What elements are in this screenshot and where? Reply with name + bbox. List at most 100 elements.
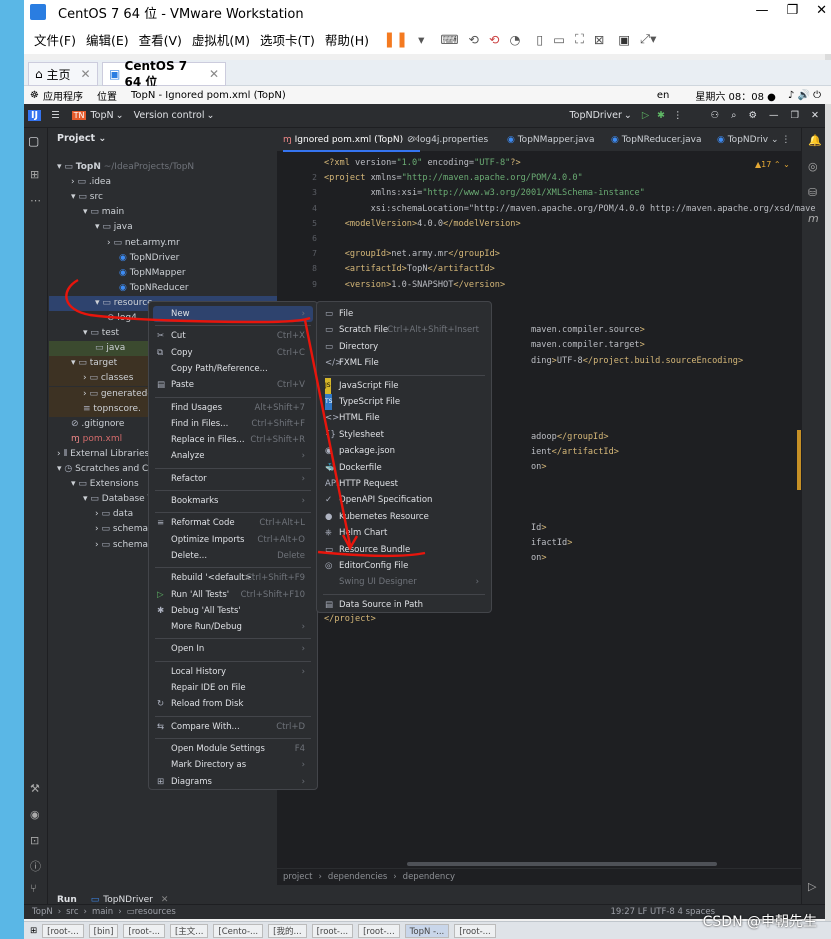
new-file[interactable]: ▭ File	[321, 306, 487, 322]
gnome-lang[interactable]: en	[657, 90, 670, 101]
new-editorconfig-file[interactable]: ◎ EditorConfig File	[321, 558, 487, 574]
tab-log4j[interactable]: ⊘ log4j.properties	[407, 128, 488, 152]
ctx-cut[interactable]: ✂ Cut Ctrl+X	[153, 328, 313, 344]
tree-item[interactable]: ◉ TopNReducer	[49, 281, 277, 296]
problems-icon[interactable]: ⓘ	[30, 858, 41, 874]
code-line[interactable]: xmlns:xsi="http://www.w3.org/2001/XMLSch…	[324, 188, 645, 198]
new-data-source-in-path[interactable]: ▤ Data Source in Path	[321, 597, 487, 613]
ctx-copy-path-reference[interactable]: Copy Path/Reference...	[153, 361, 313, 377]
restore-icon[interactable]: ❐	[786, 3, 798, 18]
sidebar-toggle-icon[interactable]: ▯	[536, 32, 543, 47]
revert-snapshot-icon[interactable]: ⟲	[489, 32, 499, 47]
structure-icon[interactable]: ⊞	[30, 168, 39, 181]
ctx-local-history[interactable]: Local History ›	[153, 664, 313, 680]
ctx-replace-in-files[interactable]: Replace in Files... Ctrl+Shift+R	[153, 432, 313, 448]
code-line[interactable]: </project>	[324, 614, 376, 624]
close-icon[interactable]: ✕	[80, 67, 90, 81]
new-html-file[interactable]: <> HTML File	[321, 410, 487, 426]
tab-overflow[interactable]: ⌄ ⋮	[771, 128, 790, 152]
ctx-paste[interactable]: ▤ Paste Ctrl+V	[153, 377, 313, 393]
taskbar-item[interactable]: [bin]	[88, 923, 119, 938]
new-directory[interactable]: ▭ Directory	[321, 339, 487, 355]
ctx-bookmarks[interactable]: Bookmarks ›	[153, 493, 313, 509]
taskbar-item[interactable]: [root-...	[358, 923, 400, 938]
tab-pom[interactable]: ɱ Ignored pom.xml (TopN) ✕	[283, 128, 420, 152]
project-tool-icon[interactable]: ▢	[28, 134, 39, 148]
code-line[interactable]: <artifactId>TopN</artifactId>	[324, 264, 495, 274]
code-line[interactable]: <modelVersion>4.0.0</modelVersion>	[324, 219, 521, 229]
breadcrumb-dependencies[interactable]: dependencies	[328, 872, 387, 882]
run-panel-icon[interactable]: ▷	[808, 880, 816, 893]
menu-vm[interactable]: 虚拟机(M)	[192, 30, 250, 49]
menu-help[interactable]: 帮助(H)	[325, 30, 369, 49]
project-panel-title[interactable]: Project ⌄	[57, 133, 106, 144]
send-keys-icon[interactable]: ⌨	[440, 32, 458, 47]
ctx-open-module-settings[interactable]: Open Module Settings F4	[153, 741, 313, 757]
new-kubernetes-resource[interactable]: ● Kubernetes Resource	[321, 509, 487, 525]
fullscreen-icon[interactable]: ⛶	[575, 31, 584, 47]
new-typescript-file[interactable]: TS TypeScript File	[321, 394, 487, 410]
run-config-selector[interactable]: TopNDriver	[569, 110, 621, 121]
snapshot-manager-icon[interactable]: ◔	[509, 32, 520, 47]
new-package-json[interactable]: ◉ package.json	[321, 443, 487, 459]
more-icon[interactable]: ⋮	[673, 110, 683, 121]
ctx-delete[interactable]: Delete... Delete	[153, 548, 313, 564]
pause-icon[interactable]: ❚❚	[383, 30, 408, 48]
code-line[interactable]: <groupId>net.army.mr</groupId>	[324, 249, 500, 259]
ctx-refactor[interactable]: Refactor ›	[153, 471, 313, 487]
taskbar-item[interactable]: TopN -...	[404, 923, 450, 938]
tab-driver[interactable]: ◉ TopNDriv	[717, 128, 768, 152]
ctx-diagrams[interactable]: ⊞ Diagrams ›	[153, 774, 313, 790]
ctx-mark-directory-as[interactable]: Mark Directory as ›	[153, 757, 313, 773]
tab-mapper[interactable]: ◉ TopNMapper.java	[507, 128, 594, 152]
tab-home[interactable]: ⌂ 主页 ✕	[28, 62, 98, 86]
close-icon[interactable]: ✕	[811, 110, 819, 121]
chevron-down-icon[interactable]: ⌄	[624, 110, 632, 121]
show-desktop-icon[interactable]: ⊞	[30, 926, 37, 936]
chevron-down-icon[interactable]: ⌄	[206, 110, 214, 121]
menu-view[interactable]: 查看(V)	[139, 30, 182, 49]
git-icon[interactable]: ⑂	[30, 882, 37, 895]
menu-edit[interactable]: 编辑(E)	[86, 30, 129, 49]
more-tools-icon[interactable]: ⋯	[30, 194, 41, 207]
taskbar-item[interactable]: [我的...	[268, 923, 307, 938]
new-fxml-file[interactable]: </> FXML File	[321, 355, 487, 371]
ctx-more-run-debug[interactable]: More Run/Debug ›	[153, 619, 313, 635]
ai-icon[interactable]: ◎	[808, 160, 818, 173]
unity-icon[interactable]: ⊠	[594, 32, 604, 47]
new-openapi-specification[interactable]: ✓ OpenAPI Specification	[321, 492, 487, 508]
status-path-0[interactable]: TopN	[32, 907, 53, 917]
new-scratch-file[interactable]: ▭ Scratch File Ctrl+Alt+Shift+Insert	[321, 322, 487, 338]
chevron-down-icon[interactable]: ⌄	[116, 110, 124, 121]
snapshot-icon[interactable]: ⟲	[468, 32, 478, 47]
taskbar-item[interactable]: [root-...	[311, 923, 354, 938]
code-line[interactable]: <?xml version="1.0" encoding="UTF-8"?>	[324, 158, 521, 168]
status-path-1[interactable]: src	[66, 907, 78, 917]
menu-file[interactable]: 文件(F)	[34, 30, 76, 49]
ctx-debug-all-tests[interactable]: ✱ Debug 'All Tests'	[153, 603, 313, 619]
code-line[interactable]: xsi:schemaLocation="http://maven.apache.…	[324, 204, 816, 214]
services-icon[interactable]: ◉	[30, 808, 40, 821]
ctx-new[interactable]: New ›	[153, 306, 313, 322]
taskbar-item[interactable]: [主文...	[169, 923, 209, 938]
close-icon[interactable]: ✕	[209, 67, 219, 81]
ctx-open-in[interactable]: Open In ›	[153, 641, 313, 657]
new-dockerfile[interactable]: 🐳 Dockerfile	[321, 460, 487, 476]
tree-item[interactable]: ◉ TopNDriver	[49, 251, 277, 266]
ctx-optimize-imports[interactable]: Optimize Imports Ctrl+Alt+O	[153, 532, 313, 548]
ctx-run-all-tests[interactable]: ▷ Run 'All Tests' Ctrl+Shift+F10	[153, 587, 313, 603]
taskbar-item[interactable]: [root-...	[42, 923, 84, 938]
restore-icon[interactable]: ❐	[791, 110, 800, 121]
new-resource-bundle[interactable]: ▭ Resource Bundle	[321, 542, 487, 558]
ctx-find-in-files[interactable]: Find in Files... Ctrl+Shift+F	[153, 416, 313, 432]
status-path-2[interactable]: main	[92, 907, 113, 917]
code-line[interactable]: <version>1.0-SNAPSHOT</version>	[324, 280, 505, 290]
tree-item[interactable]: › ▭ net.army.mr	[49, 236, 277, 251]
ctx-compare-with[interactable]: ⇆ Compare With... Ctrl+D	[153, 719, 313, 735]
ctx-repair-ide-on-file[interactable]: Repair IDE on File	[153, 680, 313, 696]
close-icon[interactable]: ✕	[816, 3, 827, 18]
ctx-analyze[interactable]: Analyze ›	[153, 448, 313, 464]
code-line[interactable]: <project xmlns="http://maven.apache.org/…	[324, 173, 583, 183]
tree-item[interactable]: ▾ ▭ src	[49, 190, 277, 205]
ctx-find-usages[interactable]: Find Usages Alt+Shift+7	[153, 400, 313, 416]
